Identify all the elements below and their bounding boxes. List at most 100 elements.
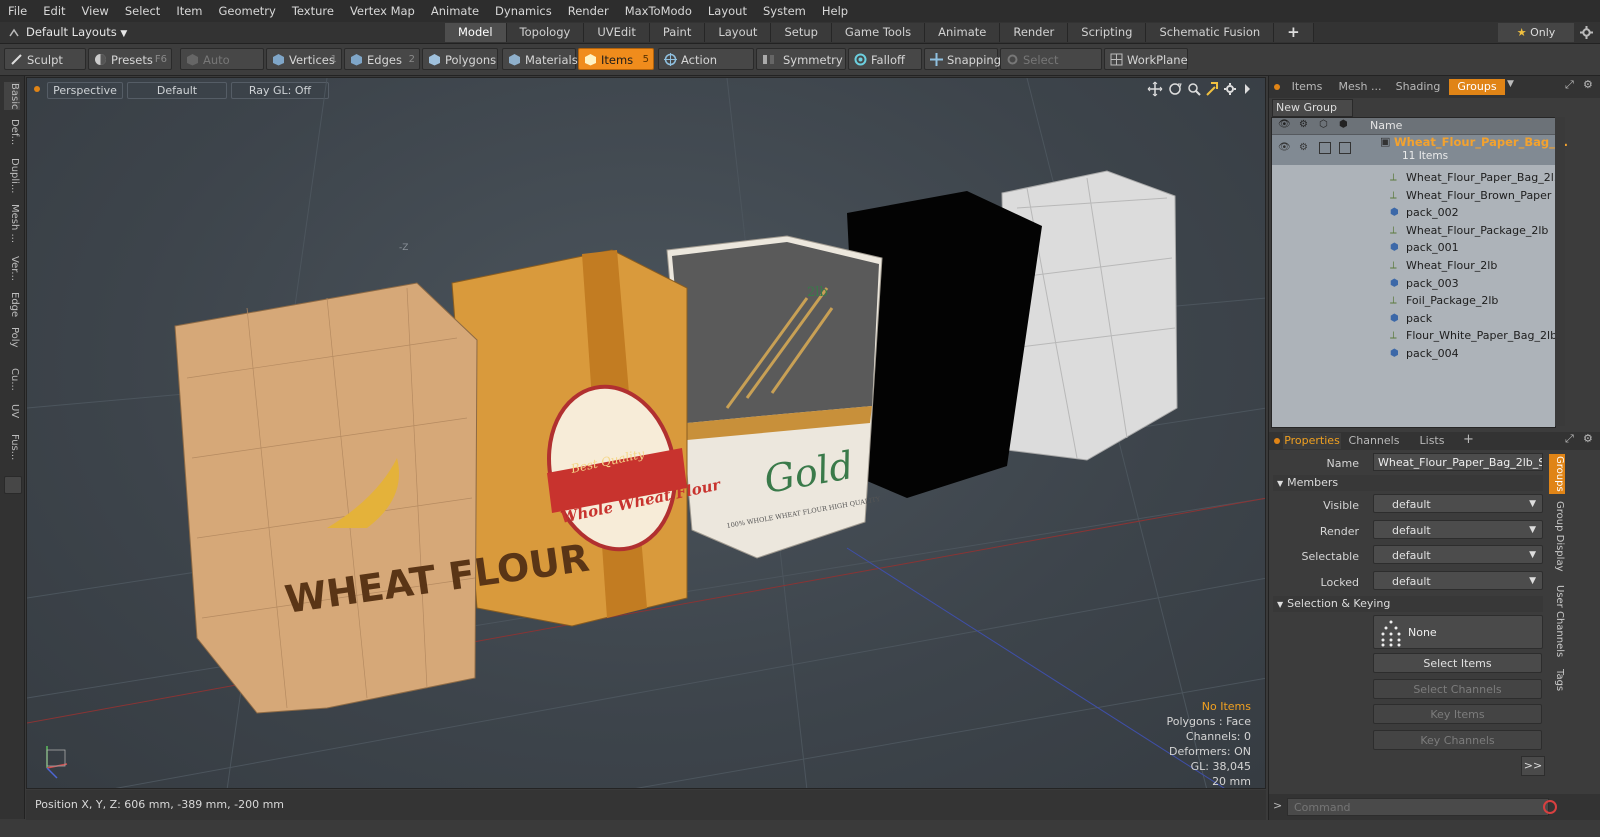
render-dropdown[interactable]: default ▼	[1373, 520, 1543, 539]
side-tab-tags[interactable]: Tags	[1549, 664, 1565, 696]
side-tab-groups[interactable]: Groups	[1549, 454, 1565, 494]
menu-file[interactable]: File	[0, 0, 35, 22]
left-tab-curve[interactable]: Cu...	[4, 364, 20, 394]
3d-viewport[interactable]: Perspective Default Ray GL: Off 2lb Gold…	[26, 77, 1266, 789]
lock-icon[interactable]: ⬡	[1319, 119, 1328, 130]
list-item[interactable]: ⬢ pack_004	[1272, 345, 1555, 362]
key-items-button[interactable]: Key Items	[1373, 704, 1542, 724]
selectable-dropdown[interactable]: default ▼	[1373, 545, 1543, 564]
menu-geometry[interactable]: Geometry	[211, 0, 284, 22]
locked-dropdown[interactable]: default ▼	[1373, 571, 1543, 590]
tab-topology[interactable]: Topology	[506, 23, 585, 42]
command-input[interactable]	[1287, 798, 1549, 816]
menu-texture[interactable]: Texture	[284, 0, 342, 22]
properties-menu-icon[interactable]	[1273, 437, 1281, 445]
tab-uvedit[interactable]: UVEdit	[584, 23, 650, 42]
eye-visibility-icon[interactable]: 👁	[1278, 119, 1291, 130]
menu-render[interactable]: Render	[560, 0, 617, 22]
left-tab-deform[interactable]: Def...	[4, 114, 20, 150]
visible-dropdown[interactable]: default ▼	[1373, 494, 1543, 513]
bag-gold[interactable]: 2lb Gold 100% WHOLE WHEAT FLOUR HIGH QUA…	[666, 235, 883, 559]
polygons-button[interactable]: Polygons	[422, 48, 498, 70]
expand-panel-icon[interactable]: ⤢	[1565, 78, 1574, 92]
materials-button[interactable]: Materials	[502, 48, 578, 70]
left-tab-polygon[interactable]: Poly	[4, 322, 20, 352]
side-tab-user-channels[interactable]: User Channels	[1549, 580, 1565, 662]
tab-properties[interactable]: Properties	[1283, 433, 1341, 449]
tabs-dropdown-icon[interactable]: ▼	[1507, 79, 1514, 89]
left-tab-vertex[interactable]: Ver...	[4, 250, 20, 286]
left-tab-fusion[interactable]: Fus...	[4, 428, 20, 466]
menu-vertex-map[interactable]: Vertex Map	[342, 0, 423, 22]
sculpt-button[interactable]: Sculpt	[4, 48, 86, 70]
tab-groups[interactable]: Groups	[1449, 79, 1505, 95]
menu-edit[interactable]: Edit	[35, 0, 73, 22]
left-tab-mesh[interactable]: Mesh ...	[4, 202, 20, 246]
tab-render[interactable]: Render	[1000, 23, 1069, 42]
list-item[interactable]: ⬢ pack_003	[1272, 275, 1555, 292]
list-item[interactable]: ⟂ Wheat_Flour_Package_2lb	[1272, 222, 1555, 239]
tab-paint[interactable]: Paint	[649, 23, 706, 42]
menu-dynamics[interactable]: Dynamics	[487, 0, 560, 22]
group-select-checkbox[interactable]	[1339, 142, 1351, 154]
menu-view[interactable]: View	[74, 0, 117, 22]
auto-select-button[interactable]: Auto Select	[180, 48, 264, 89]
tab-scripting[interactable]: Scripting	[1068, 23, 1147, 42]
record-icon[interactable]	[1541, 798, 1559, 816]
more-button[interactable]: >>	[1521, 756, 1545, 776]
tab-items[interactable]: Items	[1283, 79, 1331, 95]
layout-arrows-icon[interactable]	[8, 27, 20, 38]
add-tab-icon[interactable]: +	[1463, 432, 1474, 447]
list-item[interactable]: ⬢ pack_002	[1272, 204, 1555, 221]
action-center-button[interactable]: Action Center	[658, 48, 754, 89]
tree-scrollbar[interactable]	[1555, 117, 1565, 426]
menu-animate[interactable]: Animate	[423, 0, 487, 22]
edges-button[interactable]: Edges 2	[344, 48, 420, 70]
render-icon[interactable]: ⚙	[1299, 119, 1308, 130]
left-tab-duplicate[interactable]: Dupli...	[4, 154, 20, 198]
selectable-icon[interactable]: ⬢	[1339, 119, 1348, 130]
symmetry-button[interactable]: Symmetry	[756, 48, 846, 70]
menu-item[interactable]: Item	[168, 0, 210, 22]
add-tab-icon[interactable]: +	[1274, 23, 1314, 42]
group-name[interactable]: Wheat_Flour_Paper_Bag_...	[1394, 135, 1568, 149]
tab-lists[interactable]: Lists	[1405, 433, 1459, 449]
items-button[interactable]: Items 5	[578, 48, 654, 70]
snapping-button[interactable]: Snapping	[924, 48, 1001, 70]
menu-select[interactable]: Select	[117, 0, 168, 22]
select-items-button[interactable]: Select Items	[1373, 653, 1542, 673]
menu-system[interactable]: System	[755, 0, 814, 22]
scene-canvas[interactable]: 2lb Gold 100% WHOLE WHEAT FLOUR HIGH QUA…	[27, 78, 1266, 789]
panel-gear-icon[interactable]: ⚙	[1583, 78, 1593, 91]
selection-set-button[interactable]: None	[1373, 615, 1543, 649]
layout-select[interactable]: Default Layouts ▼	[26, 24, 127, 41]
list-item[interactable]: ⟂ Wheat_Flour_Brown_Paper ...	[1272, 187, 1555, 204]
list-item[interactable]: ⟂ Wheat_Flour_Paper_Bag_2l...	[1272, 169, 1555, 186]
select-channels-button[interactable]: Select Channels	[1373, 679, 1542, 699]
left-tab-edge[interactable]: Edge	[4, 290, 20, 320]
group-lock-checkbox[interactable]	[1319, 142, 1331, 154]
side-tab-group-display[interactable]: Group Display	[1549, 496, 1565, 576]
left-strip-expand-button[interactable]	[4, 476, 22, 494]
tab-model[interactable]: Model	[445, 23, 507, 42]
tab-layout[interactable]: Layout	[705, 23, 772, 42]
list-item[interactable]: ⟂ Wheat_Flour_2lb	[1272, 257, 1555, 274]
vertices-button[interactable]: Vertices 1	[266, 48, 342, 70]
workplane-button[interactable]: WorkPlane	[1104, 48, 1188, 70]
menu-layout[interactable]: Layout	[700, 0, 755, 22]
tab-mesh[interactable]: Mesh ...	[1333, 79, 1387, 95]
panel-menu-icon[interactable]	[1273, 83, 1281, 91]
list-item[interactable]: ⟂ Flour_White_Paper_Bag_2lb	[1272, 327, 1555, 344]
list-item[interactable]: ⬢ pack	[1272, 310, 1555, 327]
tab-shading[interactable]: Shading	[1389, 79, 1447, 95]
tab-game-tools[interactable]: Game Tools	[831, 23, 926, 42]
list-item[interactable]: ⬢ pack_001	[1272, 239, 1555, 256]
properties-gear-icon[interactable]: ⚙	[1583, 432, 1593, 445]
group-render-icon[interactable]: ⚙	[1299, 142, 1308, 153]
group-row[interactable]: 👁 ⚙ ▣ Wheat_Flour_Paper_Bag_... 11 Items	[1272, 135, 1568, 165]
tab-schematic-fusion[interactable]: Schematic Fusion	[1146, 23, 1275, 42]
group-visible-icon[interactable]: 👁	[1278, 142, 1291, 153]
menu-help[interactable]: Help	[814, 0, 856, 22]
key-channels-button[interactable]: Key Channels	[1373, 730, 1542, 750]
gear-icon[interactable]	[1580, 26, 1593, 39]
